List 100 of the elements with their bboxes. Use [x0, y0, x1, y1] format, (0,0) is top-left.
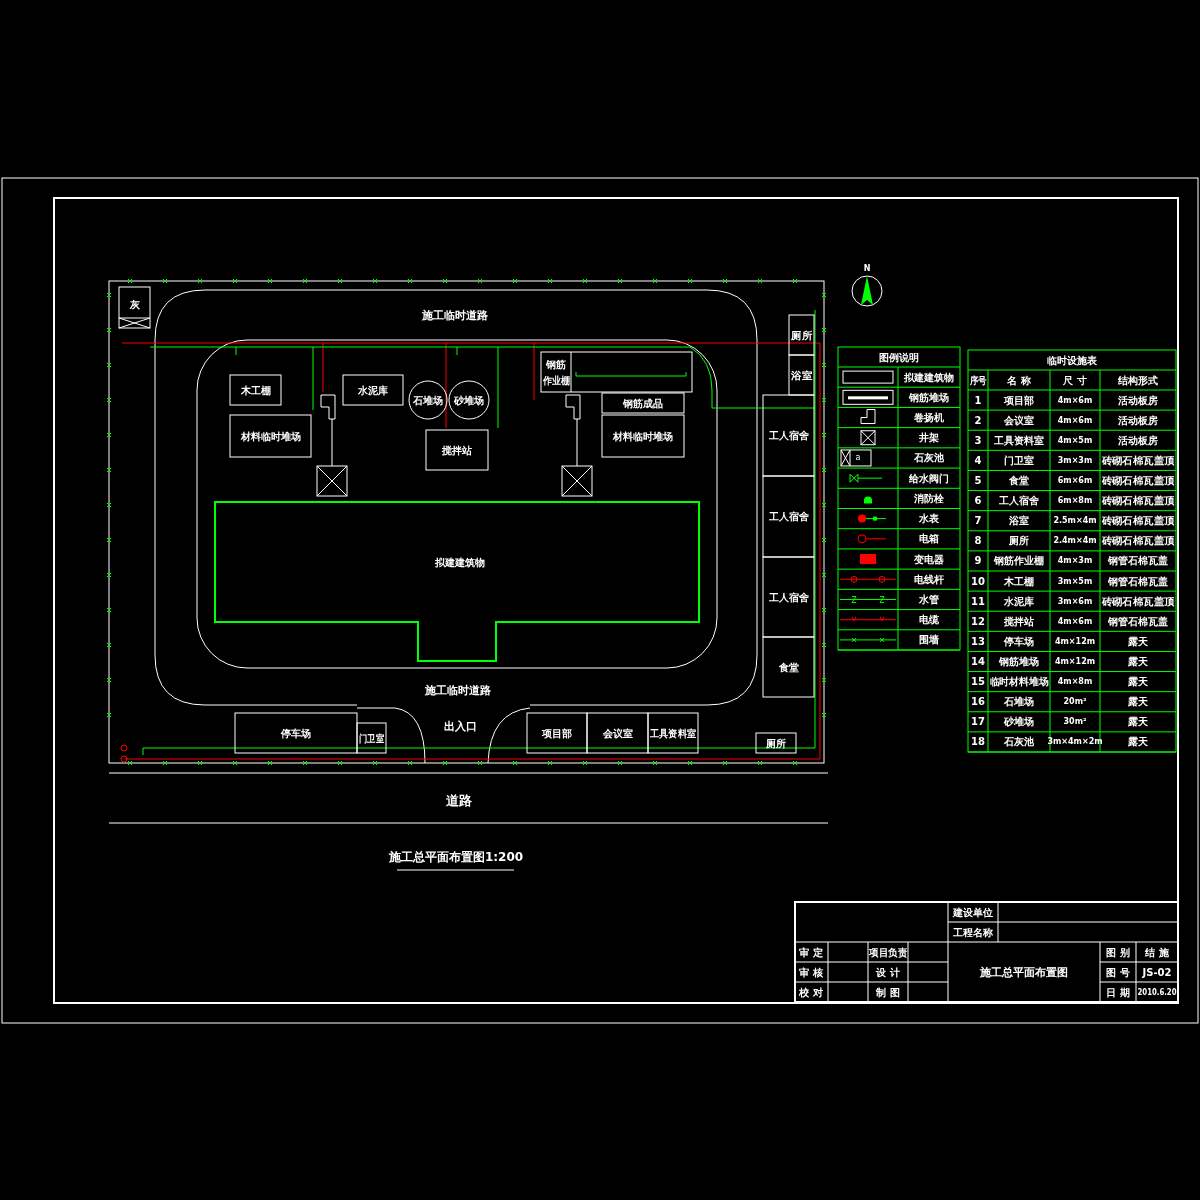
building-outline	[425, 429, 489, 471]
pile-label: 砂堆场	[454, 394, 484, 406]
building-outline	[647, 712, 699, 754]
field-label: 建设单位	[953, 906, 993, 918]
room-label: 作业棚	[542, 374, 573, 386]
room-label: 材料临时堆场	[240, 430, 301, 442]
table-cell: 20m²	[1063, 697, 1087, 707]
table-cell: 4m×6m	[1057, 616, 1093, 626]
table-cell: 16	[971, 696, 985, 708]
table-cell: 10	[971, 575, 985, 587]
road-label: 施工临时道路	[425, 683, 491, 697]
table-cell: 4m×8m	[1057, 677, 1093, 687]
signoff-label: 项目负责	[869, 946, 909, 958]
table-cell: 活动板房	[1118, 414, 1158, 426]
legend-label: 水表	[919, 513, 939, 525]
legend-label: 变电器	[914, 553, 944, 565]
rebar-yard-symbol-icon	[842, 389, 894, 405]
table-cell: 项目部	[1004, 394, 1034, 406]
room-label: 门卫室	[359, 732, 389, 744]
building-outline	[342, 374, 404, 406]
room-label: 停车场	[281, 727, 311, 739]
table-cell: 2.4m×4m	[1053, 536, 1097, 546]
room-label: 工具资料室	[650, 727, 700, 739]
pile-outline	[408, 380, 448, 420]
column-header: 尺 寸	[1063, 374, 1087, 386]
table-cell: 露天	[1128, 676, 1148, 688]
entrance-label: 出入口	[443, 719, 477, 733]
building-outline	[762, 636, 815, 698]
table-cell: 5	[974, 475, 982, 486]
table-cell: 12	[971, 615, 985, 627]
building-outline	[788, 314, 815, 356]
room-label: 会议室	[602, 727, 633, 739]
info-label: 图 号	[1106, 966, 1130, 978]
table-cell: 钢筋堆场	[999, 656, 1039, 667]
room-label: 材料临时堆场	[613, 430, 673, 442]
table-cell: 石灰池	[1004, 736, 1034, 748]
table-cell: 7	[974, 515, 982, 527]
lime-pit-drawing	[118, 286, 151, 329]
crossed-box-icon	[316, 465, 348, 497]
cable-icon	[839, 616, 897, 622]
room-label: 水泥库	[358, 384, 388, 396]
table-cell: 18	[971, 736, 985, 748]
table-cell: 会议室	[1004, 414, 1034, 426]
table-cell: 砖砌石棉瓦盖顶	[1101, 454, 1172, 466]
table-cell: 3m×3m	[1057, 455, 1093, 465]
table-cell: 食堂	[1009, 475, 1029, 486]
hoist-icon	[565, 394, 581, 467]
table-cell: 4m×12m	[1054, 636, 1096, 646]
table-cell: 3	[974, 434, 982, 446]
room-label: 钢筋	[546, 358, 566, 370]
table-cell: 露天	[1128, 656, 1148, 667]
water-pipe-icon	[839, 595, 897, 603]
legend-label: 钢筋堆场	[909, 391, 949, 403]
room-label: 项目部	[542, 727, 572, 739]
table-cell: 露天	[1128, 716, 1148, 728]
table-cell: 砂堆场	[1004, 716, 1034, 728]
table-cell: 4m×3m	[1057, 556, 1093, 566]
table-cell: 4	[974, 454, 982, 466]
room-label: 工人宿舍	[768, 430, 809, 441]
drawing-caption: 施工总平面布置图1:200	[388, 850, 524, 864]
room-label: 厕所	[791, 329, 811, 341]
table-cell: 露天	[1128, 736, 1148, 748]
legend-label: 水管	[919, 593, 939, 605]
north-label: N	[863, 263, 871, 273]
room-label: 厕所	[766, 737, 786, 749]
info-label: 日 期	[1106, 986, 1130, 998]
table-cell: 30m²	[1063, 717, 1087, 727]
street-label: 道路	[446, 792, 472, 808]
legend-label: 电箱	[919, 533, 939, 545]
column-header: 序号	[969, 374, 990, 386]
hoist-icon	[320, 394, 336, 467]
table-cell: 2	[974, 414, 982, 426]
water-meter-icon	[858, 514, 887, 523]
legend-label: 井架	[919, 432, 939, 444]
column-header: 结构形式	[1118, 374, 1158, 386]
legend-label: 电缆	[919, 614, 939, 626]
table-cell: 停车场	[1004, 635, 1034, 647]
rectangle-symbol-icon	[842, 370, 894, 384]
lime-pit-label: 灰	[130, 298, 140, 310]
table-cell: 工人宿舍	[999, 495, 1039, 507]
table-cell: 11	[971, 595, 985, 607]
signoff-label: 设 计	[876, 966, 900, 978]
room-label: 浴室	[791, 369, 811, 381]
table-cell: 露天	[1128, 635, 1148, 647]
table-cell: 14	[971, 656, 985, 667]
table-cell: 临时材料堆场	[989, 676, 1050, 688]
table-cell: 6m×8m	[1057, 496, 1093, 506]
legend-label: 消防栓	[914, 492, 944, 504]
table-cell: 6	[974, 495, 982, 507]
road-label: 施工临时道路	[422, 308, 488, 322]
table-cell: 工具资料室	[994, 434, 1044, 446]
legend-label: 电线杆	[914, 573, 944, 585]
table-cell: 石堆场	[1004, 696, 1034, 708]
building-outline	[229, 374, 282, 406]
hydrant-icon	[864, 496, 872, 504]
table-cell: 钢筋作业棚	[994, 555, 1044, 567]
table-cell: 8	[974, 535, 982, 547]
table-cell: 砖砌石棉瓦盖顶	[1101, 515, 1172, 527]
room-label: 钢筋成品	[623, 397, 663, 409]
table-cell: 13	[971, 635, 985, 647]
